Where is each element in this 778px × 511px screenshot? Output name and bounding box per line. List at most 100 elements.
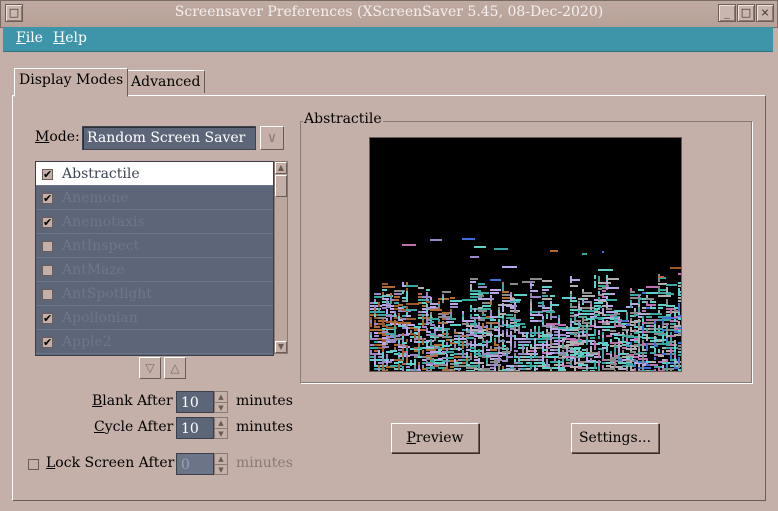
tile (542, 307, 550, 309)
tile (402, 336, 404, 339)
checkbox[interactable] (42, 169, 53, 180)
tile (398, 316, 400, 319)
checkbox[interactable] (42, 241, 53, 252)
tile (602, 323, 606, 325)
tile (618, 347, 620, 354)
list-item-label: Apple2 (62, 334, 112, 350)
tile (442, 291, 451, 293)
tile (658, 370, 665, 371)
tile (462, 238, 475, 240)
checkbox[interactable] (42, 289, 53, 300)
menu-help[interactable]: Help (53, 30, 87, 46)
tile (530, 314, 543, 316)
tile (418, 350, 420, 356)
preview-frame-title: Abstractile (303, 111, 383, 127)
tile (542, 292, 546, 294)
tile (398, 361, 403, 363)
scroll-up-icon[interactable]: ▲ (275, 162, 287, 174)
tile (542, 367, 555, 369)
window-menu-icon[interactable]: □ (5, 4, 23, 22)
tile (558, 327, 571, 329)
tile (654, 345, 658, 347)
lock-screen-checkbox[interactable] (28, 459, 39, 470)
tile (458, 347, 460, 351)
settings-button[interactable]: Settings... (571, 423, 659, 453)
tile (430, 239, 442, 241)
mode-select[interactable]: Random Screen Saver (82, 126, 256, 150)
tile (570, 285, 578, 287)
tile (590, 337, 595, 339)
tile (594, 302, 603, 304)
menu-file[interactable]: File (16, 30, 43, 46)
tile (422, 341, 424, 345)
move-down-button[interactable]: ▽ (139, 357, 161, 379)
tile (430, 309, 442, 311)
tile (570, 279, 580, 281)
tab-advanced[interactable]: Advanced (126, 70, 206, 93)
blank-after-field[interactable]: 10 (176, 391, 214, 413)
tile (514, 311, 518, 313)
tile (546, 314, 548, 319)
list-item[interactable]: AntInspect (36, 234, 273, 258)
scroll-thumb[interactable] (275, 175, 287, 197)
tile (578, 355, 582, 357)
tile (494, 344, 499, 346)
tile (574, 368, 576, 371)
minimize-button[interactable]: _ (718, 4, 736, 22)
cycle-after-stepper[interactable]: ▲ ▼ (214, 417, 228, 439)
tile (510, 367, 514, 369)
tile (678, 342, 681, 344)
list-item[interactable]: Anemotaxis (36, 210, 273, 234)
tile (534, 332, 536, 336)
checkbox[interactable] (42, 337, 53, 348)
tile (666, 365, 668, 368)
tile (578, 343, 584, 345)
list-item[interactable]: Apollonian (36, 306, 273, 330)
checkbox[interactable] (42, 217, 53, 228)
tile (666, 314, 671, 316)
preview-button[interactable]: Preview (391, 423, 479, 453)
list-item[interactable]: Abstractile (36, 162, 273, 186)
maximize-button[interactable]: □ (737, 4, 755, 22)
move-up-button[interactable]: △ (164, 357, 186, 379)
checkbox[interactable] (42, 193, 53, 204)
tab-display-modes[interactable]: Display Modes (14, 68, 129, 97)
checkbox[interactable] (42, 265, 53, 276)
list-item-label: AntSpotlight (62, 286, 152, 302)
lock-screen-field[interactable]: 0 (176, 453, 214, 475)
tile (386, 309, 388, 314)
tile (482, 323, 484, 328)
list-item[interactable]: AntMaze (36, 258, 273, 282)
tile (642, 310, 646, 312)
tile (594, 329, 596, 336)
saver-list[interactable]: Abstractile Anemone Anemotaxis AntInspec… (35, 161, 274, 356)
tile (386, 342, 388, 345)
abstractile-preview-image (370, 238, 681, 371)
tile (514, 299, 521, 301)
tile (678, 318, 681, 320)
lock-screen-stepper[interactable]: ▲ ▼ (214, 453, 228, 475)
tile (670, 368, 672, 371)
tile (470, 281, 476, 283)
cycle-after-field[interactable]: 10 (176, 417, 214, 439)
tile (642, 325, 644, 328)
list-item[interactable]: Apple2 (36, 330, 273, 354)
tile (490, 301, 492, 305)
tile (486, 340, 488, 348)
list-item[interactable]: Anemone (36, 186, 273, 210)
blank-after-stepper[interactable]: ▲ ▼ (214, 391, 228, 413)
tile (450, 297, 455, 299)
tile (514, 341, 516, 348)
tile (550, 316, 557, 318)
scroll-down-icon[interactable]: ▼ (275, 341, 287, 353)
tile (406, 318, 416, 320)
checkbox[interactable] (42, 313, 53, 324)
tile (506, 356, 513, 358)
list-scrollbar[interactable]: ▲ ▼ (274, 161, 288, 354)
chevron-down-icon[interactable]: ∨ (260, 126, 284, 150)
tile (450, 366, 454, 368)
close-button[interactable]: × (756, 4, 774, 22)
tile (606, 335, 612, 337)
tile (658, 289, 666, 291)
list-item[interactable]: AntSpotlight (36, 282, 273, 306)
